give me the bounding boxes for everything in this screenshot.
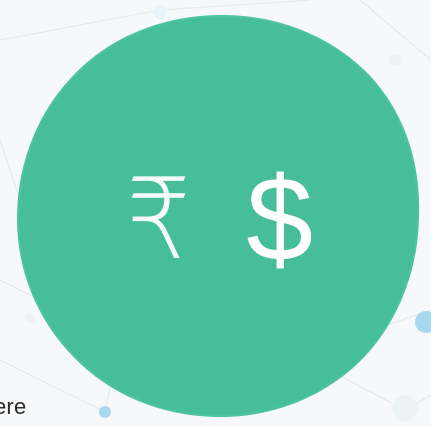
partial-text: ere bbox=[0, 394, 27, 419]
currency-symbols: ₹ $ bbox=[16, 14, 420, 418]
dollar-icon: $ bbox=[246, 152, 313, 286]
rupee-icon: ₹ bbox=[126, 155, 191, 285]
